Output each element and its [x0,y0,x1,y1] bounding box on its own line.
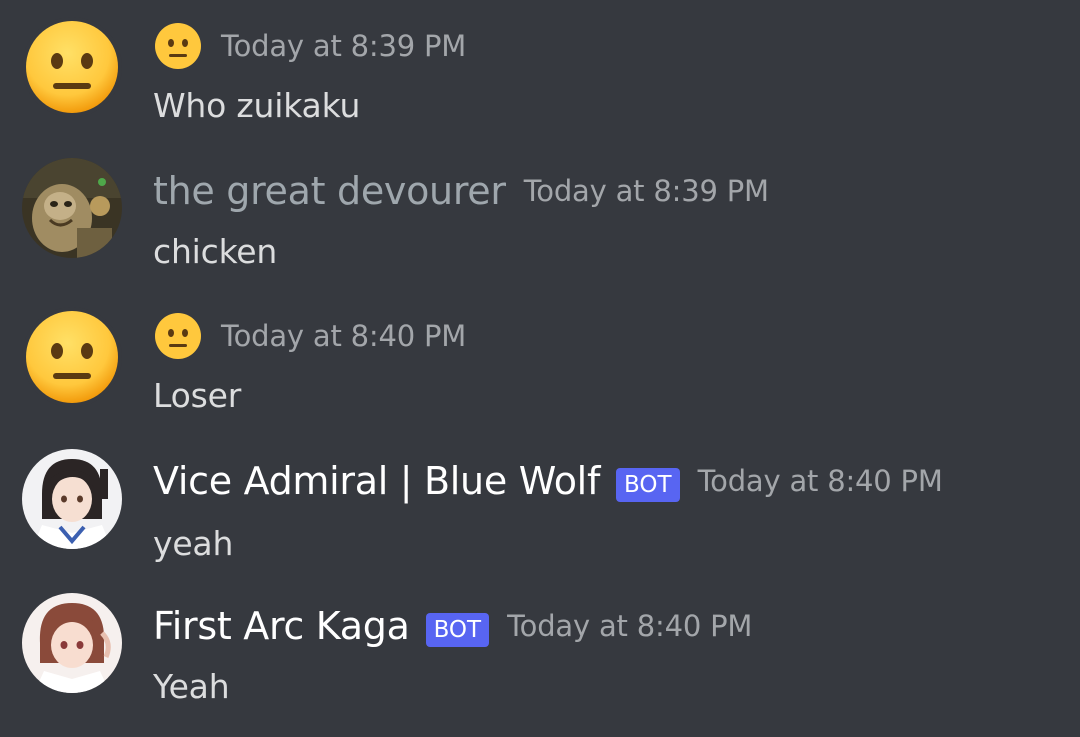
anime-girl-icon [22,593,122,693]
message-timestamp[interactable]: Today at 8:39 PM [221,29,466,63]
neutral-face-emoji-avatar[interactable] [22,307,122,407]
message-item: Vice Admiral | Blue Wolf BOT Today at 8:… [0,437,1080,563]
bot-tag: BOT [425,613,490,647]
message-author[interactable]: Vice Admiral | Blue Wolf [153,459,600,503]
bot-tag: BOT [616,468,680,502]
neutral-face-icon [22,17,122,117]
message-content: Yeah [153,667,230,706]
message-header: Vice Admiral | Blue Wolf BOT Today at 8:… [153,459,943,503]
chat-message-list: Today at 8:39 PM Who zuikaku the great d… [0,0,1080,737]
message-item: Today at 8:40 PM Loser [0,290,1080,415]
message-timestamp[interactable]: Today at 8:40 PM [507,609,752,643]
message-item: the great devourer Today at 8:39 PM chic… [0,145,1080,271]
message-timestamp[interactable]: Today at 8:40 PM [698,464,943,498]
anime-girl-icon [22,449,122,549]
message-header: First Arc Kaga BOT Today at 8:40 PM [153,604,752,648]
message-header: Today at 8:39 PM [153,21,466,71]
neutral-face-icon [22,307,122,407]
message-content: Who zuikaku [153,86,361,125]
anime-girl-avatar[interactable] [22,449,122,549]
message-item: Today at 8:39 PM Who zuikaku [0,0,1080,125]
message-header: Today at 8:40 PM [153,311,466,361]
creature-photo-avatar[interactable] [22,158,122,258]
neutral-face-emoji-avatar[interactable] [22,17,122,117]
neutral-face-icon[interactable] [153,21,203,71]
message-author[interactable]: the great devourer [153,169,506,213]
message-content: yeah [153,524,234,563]
message-timestamp[interactable]: Today at 8:39 PM [524,174,769,208]
message-content: chicken [153,232,278,271]
creature-photo-icon [22,158,122,258]
neutral-face-icon[interactable] [153,311,203,361]
message-author[interactable]: First Arc Kaga [153,604,410,648]
message-timestamp[interactable]: Today at 8:40 PM [221,319,466,353]
anime-girl-avatar[interactable] [22,593,122,693]
message-header: the great devourer Today at 8:39 PM [153,169,769,213]
message-item: First Arc Kaga BOT Today at 8:40 PM Yeah [0,583,1080,706]
message-content: Loser [153,376,242,415]
